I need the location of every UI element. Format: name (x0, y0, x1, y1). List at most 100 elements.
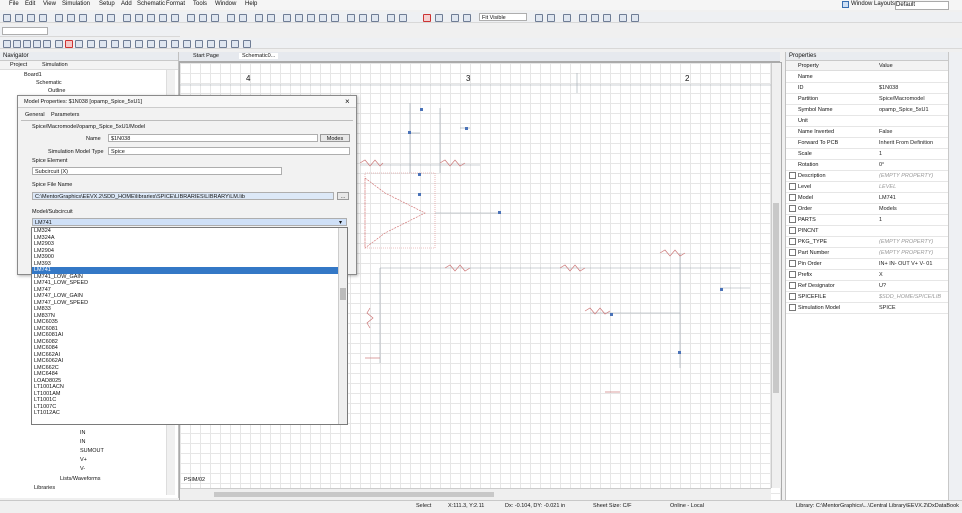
model-list-scrollbar[interactable] (338, 228, 347, 424)
tab-start-page[interactable]: Start Page (193, 53, 219, 59)
menu-help[interactable]: Help (245, 1, 257, 7)
pointer-icon[interactable] (3, 40, 11, 48)
tree-item-schematic[interactable]: Schematic (36, 80, 62, 86)
property-value[interactable]: opamp_Spice_5xU1 (879, 107, 947, 113)
property-value[interactable]: LM741 (879, 195, 947, 201)
chevron-down-icon[interactable]: ▾ (339, 219, 342, 226)
model-list-item[interactable]: LT1012AC (32, 410, 347, 417)
property-checkbox[interactable] (789, 293, 796, 300)
text-icon[interactable] (283, 14, 291, 22)
menu-file[interactable]: File (9, 1, 19, 7)
dialog-close-icon[interactable]: × (345, 97, 350, 106)
property-value[interactable]: $SDD_HOME/SPICE/LIB (879, 294, 947, 300)
menu-window[interactable]: Window (215, 1, 236, 7)
simulate-icon[interactable] (463, 14, 471, 22)
design-select[interactable] (2, 27, 48, 35)
measure-icon[interactable] (579, 14, 587, 22)
tab-general[interactable]: General (25, 112, 45, 118)
zoom-area-icon[interactable] (147, 14, 155, 22)
property-checkbox[interactable] (789, 282, 796, 289)
property-checkbox[interactable] (789, 271, 796, 278)
ungroup-icon[interactable] (399, 14, 407, 22)
property-value[interactable]: (EMPTY PROPERTY) (879, 250, 947, 256)
property-row[interactable]: Simulation Model SPICE (786, 302, 948, 314)
arrow-icon[interactable] (591, 14, 599, 22)
cursor-icon[interactable] (183, 40, 191, 48)
align-icon[interactable] (347, 14, 355, 22)
spice-element-select[interactable]: Subcircuit (X) (32, 167, 282, 175)
property-value[interactable]: U? (879, 283, 947, 289)
component-icon[interactable] (13, 40, 21, 48)
graph-icon[interactable] (619, 14, 627, 22)
grid-icon[interactable] (535, 14, 543, 22)
tab-parameters[interactable]: Parameters (51, 112, 79, 118)
print-icon[interactable] (39, 14, 47, 22)
flip-icon[interactable] (371, 14, 379, 22)
save-icon[interactable] (27, 14, 35, 22)
zoom-in-icon[interactable] (123, 14, 131, 22)
model-type-select[interactable]: Spice (108, 147, 350, 155)
canvas-vscrollbar[interactable] (771, 63, 781, 488)
property-value[interactable]: SPICE (879, 305, 947, 311)
analysis-icon[interactable] (207, 40, 215, 48)
net-icon[interactable] (255, 14, 263, 22)
marker-icon[interactable] (123, 40, 131, 48)
tab-project[interactable]: Project (10, 62, 27, 68)
bus-icon[interactable] (239, 14, 247, 22)
tree-item-in2[interactable]: IN (80, 439, 86, 445)
property-checkbox[interactable] (789, 260, 796, 267)
property-checkbox[interactable] (789, 205, 796, 212)
tree-item-libraries[interactable]: Libraries (34, 485, 55, 491)
property-checkbox[interactable] (789, 227, 796, 234)
line-icon[interactable] (295, 14, 303, 22)
model-dropdown-list[interactable]: LM324 LM324A LM2903 LM2904 LM3900 LM393 LM741 L… (31, 227, 348, 425)
property-value[interactable]: 0° (879, 162, 947, 168)
power-probe-icon[interactable] (159, 40, 167, 48)
delete-icon[interactable] (423, 14, 431, 22)
property-value[interactable]: IN+ IN- OUT V+ V- 01 (879, 261, 947, 267)
property-value[interactable]: Inherit From Definition (879, 140, 947, 146)
wire-icon[interactable] (227, 14, 235, 22)
menu-format[interactable]: Format (166, 1, 185, 7)
properties-icon[interactable] (435, 14, 443, 22)
tab-schematic[interactable]: Schematic0... (239, 53, 279, 59)
rect-icon[interactable] (307, 14, 315, 22)
paste-icon[interactable] (79, 14, 87, 22)
property-value[interactable]: 1 (879, 151, 947, 157)
offpage-icon[interactable] (87, 40, 95, 48)
open-icon[interactable] (15, 14, 23, 22)
tab-simulation[interactable]: Simulation (42, 62, 68, 68)
property-checkbox[interactable] (789, 183, 796, 190)
waveform-icon[interactable] (195, 40, 203, 48)
browse-button[interactable]: ... (337, 192, 349, 200)
junction-icon[interactable] (43, 40, 51, 48)
spice-file-field[interactable]: C:\MentorGraphics\EEVX.2\SDD_HOME\librar… (32, 192, 334, 200)
tree-item-outline[interactable]: Outline (48, 88, 65, 94)
circle-icon[interactable] (319, 14, 327, 22)
tree-item-lists[interactable]: Lists/Waveforms (60, 476, 100, 482)
zoom-select[interactable]: Fit Visible (479, 13, 527, 21)
property-value[interactable]: $1N038 (879, 85, 947, 91)
voltage-probe-icon[interactable] (135, 40, 143, 48)
property-value[interactable]: (EMPTY PROPERTY) (879, 173, 947, 179)
property-checkbox[interactable] (789, 238, 796, 245)
property-value[interactable]: (EMPTY PROPERTY) (879, 239, 947, 245)
port-icon[interactable] (75, 40, 83, 48)
property-checkbox[interactable] (789, 249, 796, 256)
property-value[interactable]: False (879, 129, 947, 135)
menu-simulation[interactable]: Simulation (62, 1, 90, 7)
modes-button[interactable]: Modes (320, 134, 350, 142)
canvas-vscroll-thumb[interactable] (773, 203, 779, 393)
pan-icon[interactable] (171, 14, 179, 22)
group-icon[interactable] (387, 14, 395, 22)
model-list-scroll-thumb[interactable] (340, 288, 346, 300)
bus-tool-icon[interactable] (33, 40, 41, 48)
zoom-fit-icon[interactable] (159, 14, 167, 22)
tree-item-sumout[interactable]: SUMOUT (80, 448, 104, 454)
monte-carlo-icon[interactable] (231, 40, 239, 48)
check-icon[interactable] (111, 40, 119, 48)
cut-icon[interactable] (55, 14, 63, 22)
noconnect-icon[interactable] (99, 40, 107, 48)
property-checkbox[interactable] (789, 172, 796, 179)
tree-item-in1[interactable]: IN (80, 430, 86, 436)
